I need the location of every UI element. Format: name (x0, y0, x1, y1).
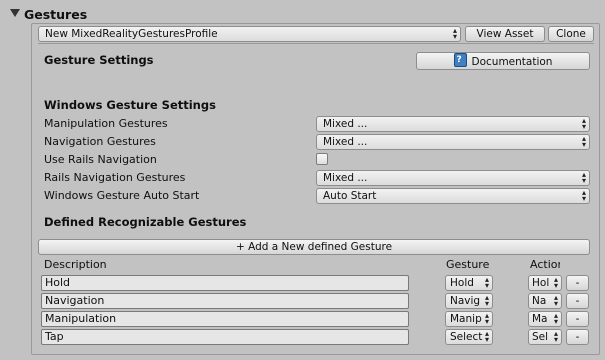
gestures-foldout-title[interactable]: Gestures (24, 7, 87, 22)
dropdown-arrows-icon: ▴ ▾ (553, 275, 558, 290)
manipulation-gestures-label: Manipulation Gestures (44, 117, 168, 130)
gesture-type-dropdown[interactable]: Hold ▴ ▾ (445, 275, 493, 291)
dropdown-arrows-icon: ▴ ▾ (553, 293, 558, 308)
navigation-gestures-label: Navigation Gestures (44, 135, 156, 148)
divider (38, 43, 594, 44)
gesture-settings-heading: Gesture Settings (44, 53, 154, 67)
use-rails-navigation-checkbox[interactable] (316, 153, 328, 165)
remove-gesture-button[interactable]: - (566, 311, 589, 327)
gesture-action-dropdown[interactable]: Ma ▴ ▾ (528, 311, 562, 327)
action-column-header: Actior (530, 258, 560, 271)
remove-gesture-button[interactable]: - (566, 275, 589, 291)
gesture-action-value: Na (532, 295, 547, 307)
use-rails-navigation-label: Use Rails Navigation (44, 153, 157, 166)
gesture-type-dropdown[interactable]: Navig ▴ ▾ (445, 293, 493, 309)
rails-navigation-gestures-dropdown[interactable]: Mixed ... ▴ ▾ (316, 170, 590, 186)
gesture-description-field[interactable]: Navigation (41, 293, 409, 309)
description-column-header: Description (44, 258, 107, 271)
help-book-icon (453, 53, 467, 68)
gesture-type-value: Hold (450, 277, 474, 289)
profile-dropdown-value: New MixedRealityGesturesProfile (45, 28, 218, 40)
manipulation-gestures-value: Mixed ... (323, 118, 368, 130)
gesture-action-value: Sel (532, 331, 549, 343)
add-gesture-button[interactable]: + Add a New defined Gesture (38, 239, 590, 255)
gesture-type-value: Navig (450, 295, 481, 307)
gesture-description-field[interactable]: Hold (41, 275, 409, 291)
clone-button[interactable]: Clone (548, 26, 594, 42)
rails-navigation-gestures-value: Mixed ... (323, 172, 368, 184)
dropdown-arrows-icon: ▴ ▾ (484, 311, 489, 326)
gesture-action-dropdown[interactable]: Sel ▴ ▾ (528, 329, 562, 345)
dropdown-arrows-icon: ▴ ▾ (581, 116, 586, 131)
documentation-label: Documentation (471, 56, 553, 68)
dropdown-arrows-icon: ▴ ▾ (484, 293, 489, 308)
dropdown-arrows-icon: ▴ ▾ (553, 329, 558, 344)
windows-gesture-auto-start-value: Auto Start (323, 190, 377, 202)
dropdown-arrows-icon: ▴ ▾ (581, 134, 586, 149)
navigation-gestures-dropdown[interactable]: Mixed ... ▴ ▾ (316, 134, 590, 150)
gesture-action-value: Ma (532, 313, 548, 325)
defined-gestures-heading: Defined Recognizable Gestures (44, 215, 247, 229)
dropdown-arrows-icon: ▴ ▾ (553, 311, 558, 326)
gesture-type-dropdown[interactable]: Select ▴ ▾ (445, 329, 493, 345)
gesture-column-header: Gesture (446, 258, 490, 271)
dropdown-arrows-icon: ▴ ▾ (484, 275, 489, 290)
gesture-action-dropdown[interactable]: Na ▴ ▾ (528, 293, 562, 309)
manipulation-gestures-dropdown[interactable]: Mixed ... ▴ ▾ (316, 116, 590, 132)
gesture-action-dropdown[interactable]: Hol ▴ ▾ (528, 275, 562, 291)
profile-dropdown[interactable]: New MixedRealityGesturesProfile ▴ ▾ (38, 26, 461, 42)
windows-gesture-auto-start-label: Windows Gesture Auto Start (44, 189, 200, 202)
windows-gesture-settings-heading: Windows Gesture Settings (44, 98, 216, 112)
rails-navigation-gestures-label: Rails Navigation Gestures (44, 171, 186, 184)
view-asset-button[interactable]: View Asset (465, 26, 545, 42)
dropdown-arrows-icon: ▴ ▾ (484, 329, 489, 344)
foldout-arrow-icon[interactable] (10, 9, 20, 17)
gesture-type-value: Select (450, 331, 483, 343)
dropdown-arrows-icon: ▴ ▾ (581, 170, 586, 185)
remove-gesture-button[interactable]: - (566, 329, 589, 345)
gesture-type-value: Manip (450, 313, 482, 325)
windows-gesture-auto-start-dropdown[interactable]: Auto Start ▴ ▾ (316, 188, 590, 204)
gesture-description-field[interactable]: Manipulation (41, 311, 409, 327)
gesture-description-field[interactable]: Tap (41, 329, 409, 345)
remove-gesture-button[interactable]: - (566, 293, 589, 309)
navigation-gestures-value: Mixed ... (323, 136, 368, 148)
documentation-button[interactable]: Documentation (416, 52, 590, 70)
gesture-action-value: Hol (532, 277, 550, 289)
gesture-type-dropdown[interactable]: Manip ▴ ▾ (445, 311, 493, 327)
dropdown-arrows-icon: ▴ ▾ (581, 188, 586, 203)
dropdown-arrows-icon: ▴ ▾ (452, 26, 457, 41)
